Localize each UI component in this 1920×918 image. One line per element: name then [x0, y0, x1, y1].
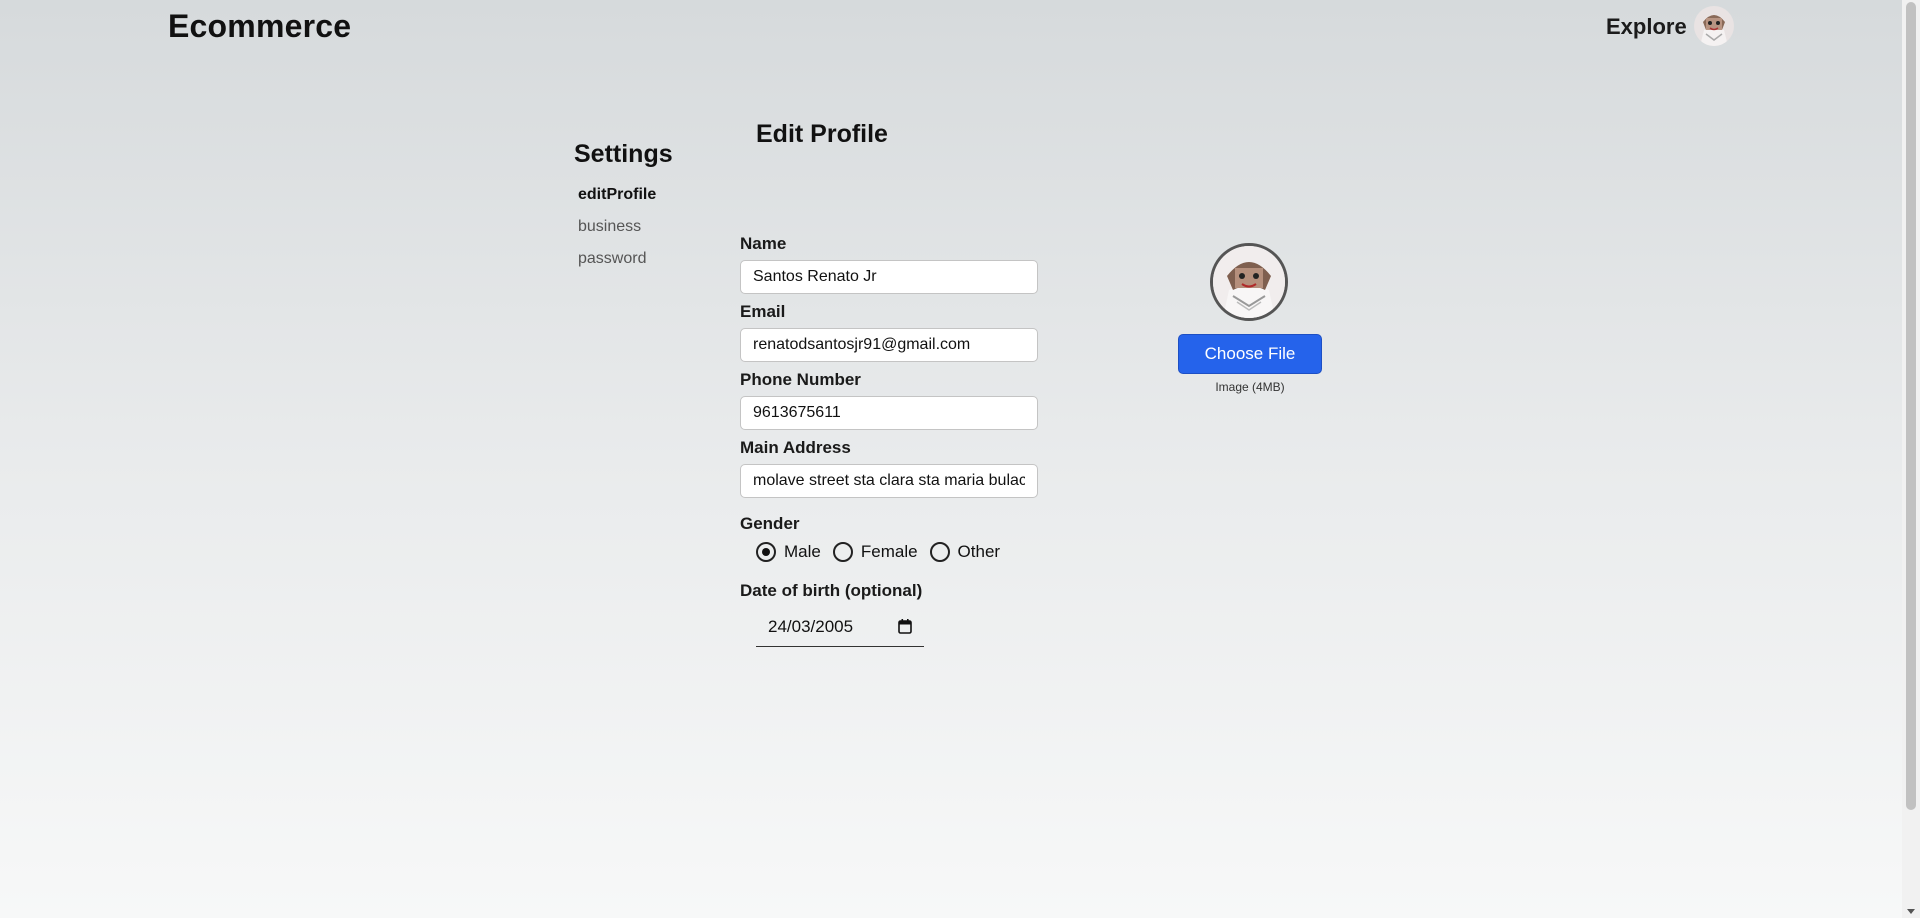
- gender-option-label: Female: [860, 542, 918, 561]
- address-input[interactable]: [740, 464, 1038, 498]
- email-input[interactable]: [740, 328, 1038, 362]
- sidebar-item-password[interactable]: password: [578, 250, 646, 268]
- page-title: Edit Profile: [756, 120, 888, 148]
- phone-label: Phone Number: [740, 370, 861, 389]
- explore-link[interactable]: Explore: [1606, 14, 1687, 40]
- email-label: Email: [740, 302, 786, 321]
- scroll-down-icon[interactable]: [1907, 909, 1915, 914]
- radio-checked-icon[interactable]: [756, 542, 776, 562]
- gender-label: Gender: [740, 514, 800, 533]
- sidebar-item-editprofile[interactable]: editProfile: [578, 186, 656, 204]
- dob-label: Date of birth (optional): [740, 581, 923, 600]
- radio-unchecked-icon[interactable]: [832, 542, 853, 562]
- phone-input[interactable]: [740, 396, 1038, 430]
- brand-logo[interactable]: Ecommerce: [168, 8, 351, 45]
- page-scrollbar[interactable]: [1902, 0, 1920, 918]
- settings-title: Settings: [574, 140, 673, 168]
- name-label: Name: [740, 234, 787, 253]
- gender-option-female[interactable]: Female: [832, 542, 918, 562]
- gender-option-male[interactable]: Male: [756, 542, 821, 562]
- gender-option-other[interactable]: Other: [929, 542, 1001, 562]
- choose-file-button[interactable]: Choose File: [1178, 334, 1322, 374]
- image-size-hint: Image (4MB): [1215, 380, 1285, 394]
- profile-avatar: [1210, 243, 1288, 321]
- gender-option-label: Male: [784, 542, 821, 561]
- radio-unchecked-icon[interactable]: [929, 542, 950, 562]
- scrollbar-thumb[interactable]: [1906, 2, 1916, 810]
- dob-date-input[interactable]: 24/03/2005: [756, 608, 924, 647]
- name-input[interactable]: [740, 260, 1038, 294]
- gender-option-label: Other: [957, 542, 1001, 561]
- sidebar-item-business[interactable]: business: [578, 218, 641, 236]
- calendar-icon[interactable]: [898, 618, 912, 634]
- dob-value: 24/03/2005: [768, 617, 854, 636]
- address-label: Main Address: [740, 438, 851, 457]
- page: Ecommerce Explore Settings editProfile b…: [0, 0, 1902, 918]
- gender-radio-group: Male Female Other: [756, 541, 1012, 563]
- user-avatar-icon[interactable]: [1694, 6, 1734, 46]
